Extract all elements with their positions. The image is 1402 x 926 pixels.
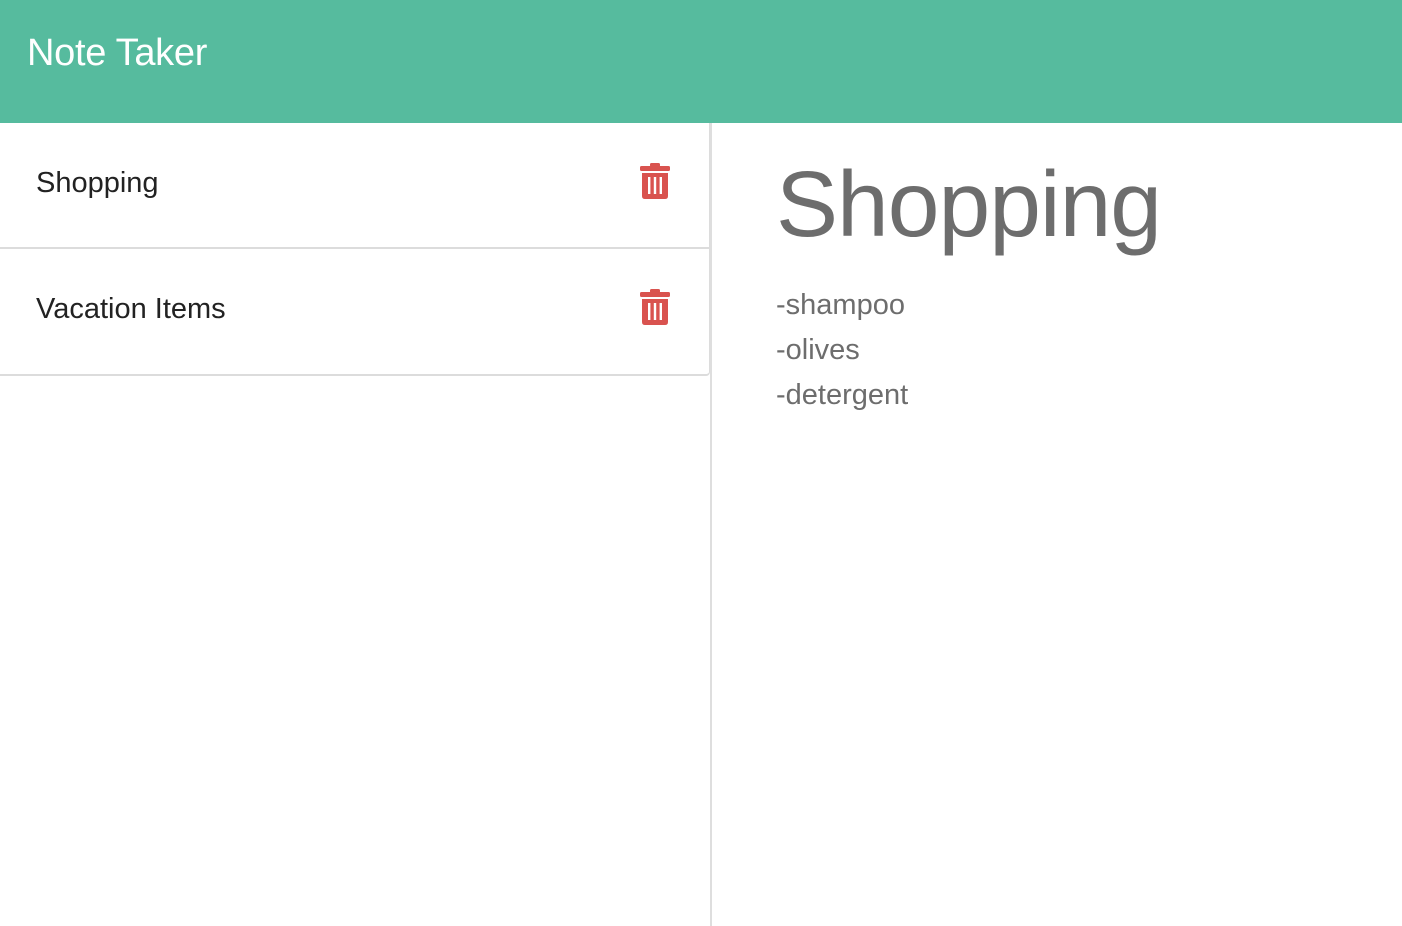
sidebar: Shopping Vacation Items [0,123,712,926]
note-editor: Shopping -shampoo -olives -detergent [714,123,1402,926]
trash-icon[interactable] [640,289,670,325]
navbar: Note Taker [0,0,1402,123]
note-line: -shampoo [776,289,905,321]
note-title-field[interactable]: Shopping [776,151,1162,258]
note-text-field[interactable]: -shampoo -olives -detergent [776,283,908,418]
note-line: -detergent [776,379,909,411]
app-title[interactable]: Note Taker [27,32,207,75]
list-item[interactable]: Vacation Items [0,249,709,375]
note-list: Shopping Vacation Items [0,123,710,376]
note-title[interactable]: Vacation Items [36,293,226,326]
note-title[interactable]: Shopping [36,167,159,200]
note-line: -olives [776,334,860,366]
trash-icon[interactable] [640,163,670,199]
list-item[interactable]: Shopping [0,123,709,249]
